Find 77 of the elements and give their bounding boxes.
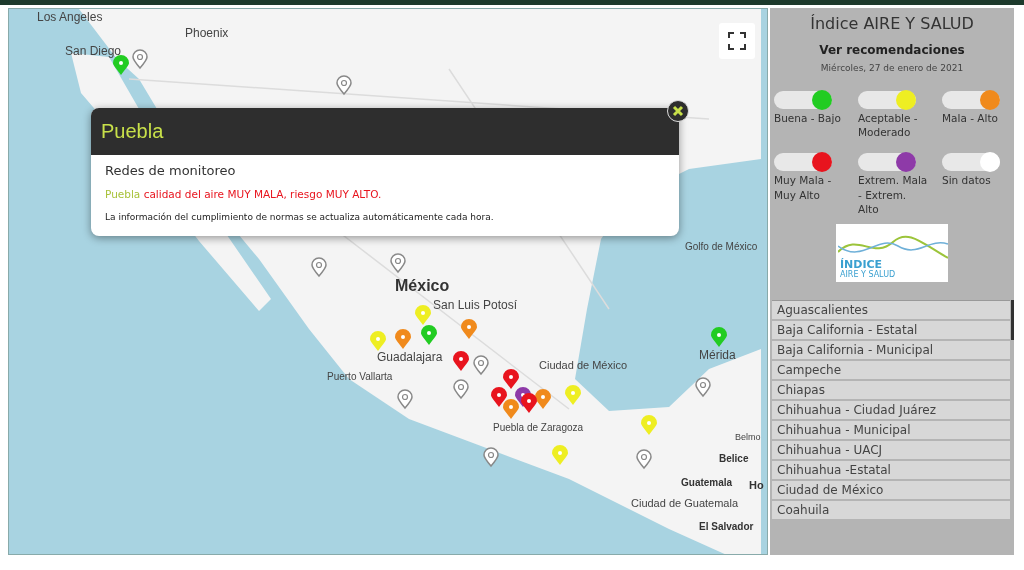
legend-toggle[interactable]	[858, 153, 916, 172]
state-item[interactable]: Baja California - Municipal	[772, 340, 1010, 361]
sidebar-title: Índice AIRE Y SALUD	[810, 14, 974, 33]
legend-label: Aceptable - Moderado	[858, 111, 919, 140]
map-label: Phoenix	[185, 27, 229, 41]
map-label: Guatemala	[681, 477, 733, 488]
state-item[interactable]: Aguascalientes	[772, 300, 1010, 321]
state-item[interactable]: Chiapas	[772, 380, 1010, 401]
map-marker[interactable]	[565, 385, 581, 405]
date-text: Miércoles, 27 de enero de 2021	[820, 63, 964, 73]
map-label: San Diego	[65, 45, 122, 59]
map-marker[interactable]	[336, 75, 352, 95]
map-label: Los Angeles	[37, 11, 103, 25]
legend-toggle[interactable]	[774, 153, 832, 172]
map-marker[interactable]	[461, 319, 477, 339]
map-label: Ciudad de México	[539, 359, 628, 372]
state-item[interactable]: Baja California - Estatal	[772, 320, 1010, 341]
map-marker[interactable]	[421, 325, 437, 345]
map-marker[interactable]	[535, 389, 551, 409]
fullscreen-icon	[727, 31, 747, 51]
popup-heading: Redes de monitoreo	[105, 163, 237, 178]
update-note: La información del cumplimiento de normas se actualiza automáticamente cada hora.	[105, 212, 495, 222]
map-label: Guadalajara	[377, 351, 443, 365]
state-item[interactable]: Ciudad de México	[772, 480, 1010, 501]
map-marker[interactable]	[636, 449, 652, 469]
map-marker[interactable]	[641, 415, 657, 435]
map-marker[interactable]	[390, 253, 406, 273]
map-marker[interactable]	[311, 257, 327, 277]
legend-toggle[interactable]	[942, 91, 1000, 109]
legend-label: Extrem. Mala - Extrem. Alto	[858, 173, 928, 216]
map-marker[interactable]	[521, 393, 537, 413]
map-marker[interactable]	[711, 327, 727, 347]
fullscreen-button[interactable]	[719, 23, 755, 59]
map-label: Ho	[749, 479, 764, 492]
state-item[interactable]: Coahuila	[772, 500, 1010, 521]
map-label: San Luis Potosí	[433, 299, 518, 313]
legend-label: Mala - Alto	[942, 111, 999, 126]
scrollbar[interactable]	[1011, 299, 1014, 340]
map-marker[interactable]	[473, 355, 489, 375]
map-marker[interactable]	[483, 447, 499, 467]
map-marker[interactable]	[395, 329, 411, 349]
map-marker[interactable]	[695, 377, 711, 397]
logo: ÍNDICE AIRE Y SALUD	[836, 223, 948, 282]
map-label: Belice	[719, 453, 749, 464]
state-item[interactable]: Chihuahua -Estatal	[772, 460, 1010, 481]
map-marker[interactable]	[503, 369, 519, 389]
map-marker[interactable]	[453, 351, 469, 371]
map-marker[interactable]	[132, 49, 148, 69]
map-marker[interactable]	[370, 331, 386, 351]
map-label: El Salvador	[699, 521, 754, 532]
map-label: México	[395, 277, 450, 295]
legend-label: Buena - Bajo	[774, 111, 842, 126]
legend-label: Sin datos	[942, 173, 992, 188]
legend-label: Muy Mala - Muy Alto	[774, 173, 833, 202]
map-marker[interactable]	[503, 399, 519, 419]
state-item[interactable]: Campeche	[772, 360, 1010, 381]
recommendations-link[interactable]: Ver recomendaciones	[819, 43, 965, 57]
state-item[interactable]: Chihuahua - Municipal	[772, 420, 1010, 441]
map-label: Belmo	[735, 433, 761, 443]
map-marker[interactable]	[552, 445, 568, 465]
state-item[interactable]: Chihuahua - UACJ	[772, 440, 1010, 461]
legend-toggle[interactable]	[942, 153, 1000, 172]
map-label: Puerto Vallarta	[327, 371, 393, 382]
map-marker[interactable]	[397, 389, 413, 409]
air-quality-status: Puebla calidad del aire MUY MALA, riesgo MUY ALTO.	[105, 188, 383, 200]
state-item[interactable]: Chihuahua - Ciudad Juárez	[772, 400, 1010, 421]
map-marker[interactable]	[491, 387, 507, 407]
map-label: Puebla de Zaragoza	[493, 422, 584, 433]
close-icon	[672, 105, 684, 117]
legend-toggle[interactable]	[774, 91, 832, 109]
map-label: Ciudad de Guatemala	[631, 497, 738, 510]
legend-toggle[interactable]	[858, 91, 916, 109]
map-label: Golfo de México	[685, 241, 758, 252]
map-label: Mérida	[699, 349, 736, 363]
popup-title: Puebla	[101, 120, 164, 142]
map-marker[interactable]	[453, 379, 469, 399]
map-marker[interactable]	[415, 305, 431, 325]
